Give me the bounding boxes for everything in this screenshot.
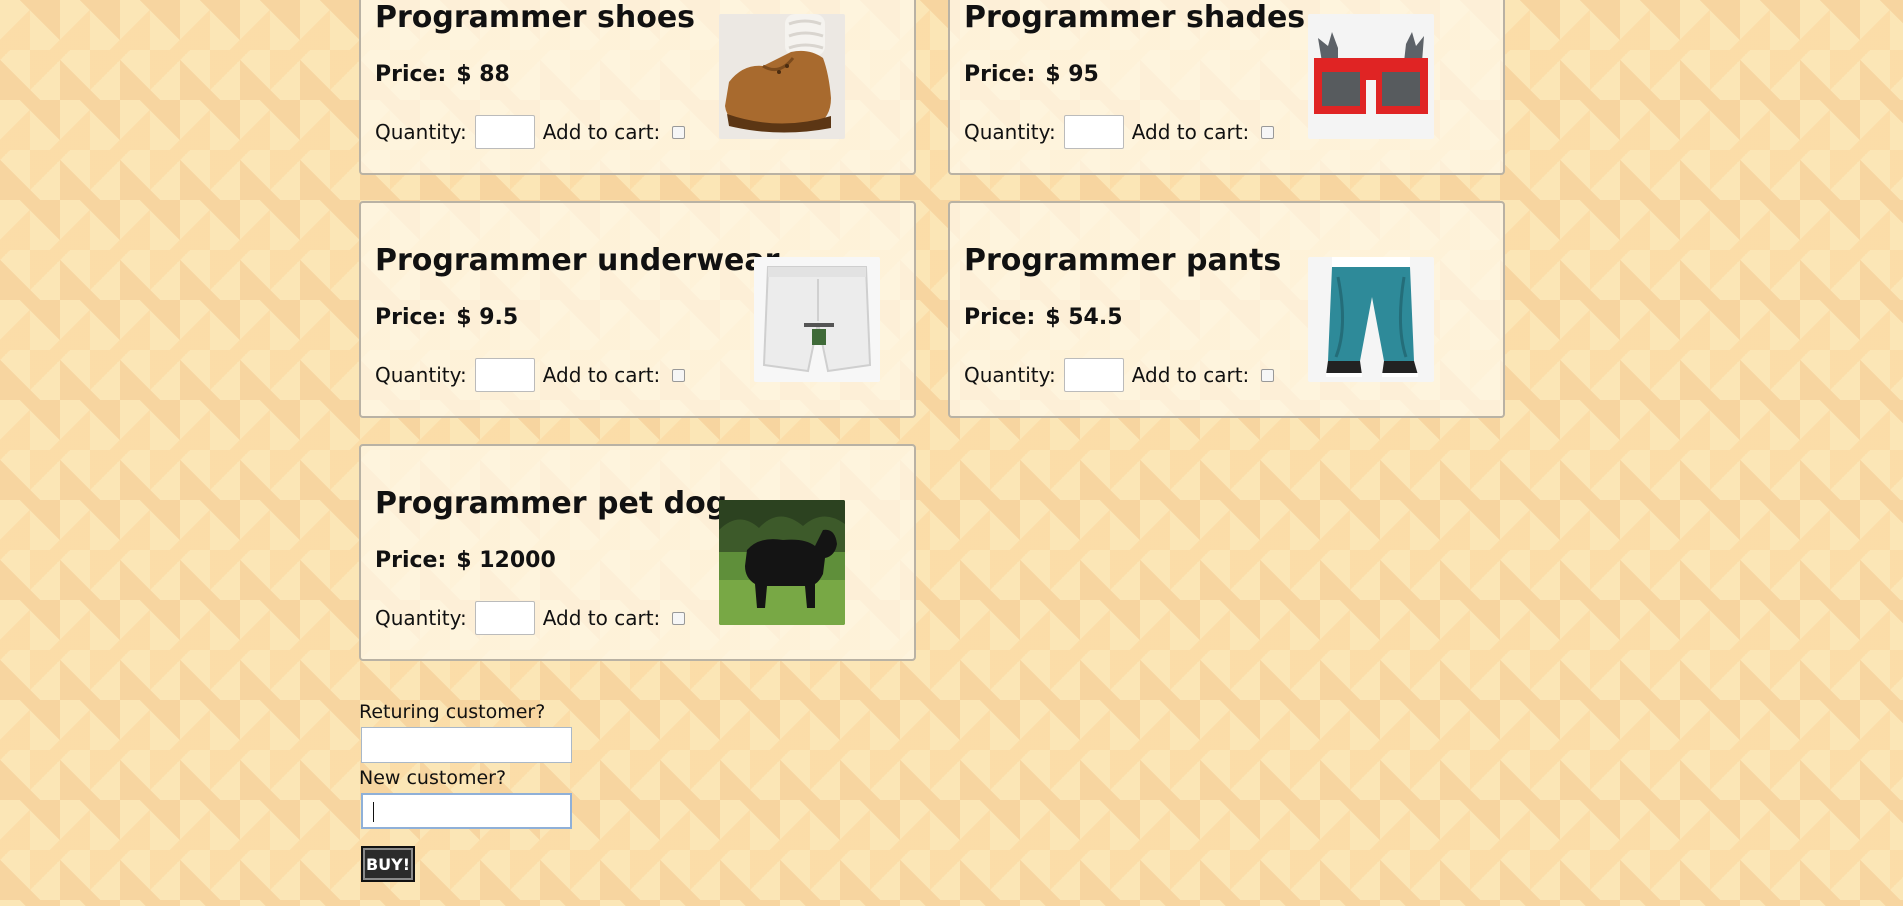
product-card-pet-dog: Programmer pet dog Price: $ 12000 Quantit…: [359, 444, 916, 661]
quantity-label: Quantity:: [375, 120, 467, 144]
quantity-label: Quantity:: [375, 606, 467, 630]
price-label: Price:: [375, 548, 447, 573]
returning-customer-input[interactable]: [361, 727, 572, 763]
quantity-input[interactable]: [474, 601, 535, 635]
underwear-image: [754, 257, 880, 382]
product-card-pants: Programmer pants Price: $ 54.5 Quantity: …: [948, 201, 1505, 418]
quantity-label: Quantity:: [375, 363, 467, 387]
add-to-cart-label: Add to cart:: [542, 606, 661, 630]
price-value: $ 12000: [456, 548, 556, 573]
shoes-image: [719, 14, 845, 139]
product-card-shades: Programmer shades Price: $ 95 Quantity: A…: [948, 0, 1505, 175]
quantity-input[interactable]: [1063, 358, 1124, 392]
text-caret: [373, 802, 374, 822]
price-value: $ 54.5: [1045, 305, 1123, 330]
product-price: Price: $ 54.5: [964, 305, 1123, 330]
product-title: Programmer shoes: [375, 0, 696, 35]
product-title: Programmer underwear: [375, 243, 780, 278]
product-controls: Quantity: Add to cart:: [964, 358, 1275, 392]
add-to-cart-checkbox[interactable]: [1261, 368, 1275, 382]
add-to-cart-checkbox[interactable]: [672, 368, 686, 382]
add-to-cart-checkbox[interactable]: [672, 611, 686, 625]
pants-image: [1308, 257, 1434, 382]
add-to-cart-label: Add to cart:: [542, 120, 661, 144]
product-price: Price: $ 12000: [375, 548, 556, 573]
shades-image: [1308, 14, 1434, 139]
product-title: Programmer shades: [964, 0, 1306, 35]
returning-customer-label: Returing customer?: [359, 701, 546, 723]
price-label: Price:: [964, 62, 1036, 87]
price-label: Price:: [375, 305, 447, 330]
new-customer-label: New customer?: [359, 767, 507, 789]
product-title: Programmer pet dog: [375, 486, 728, 521]
add-to-cart-checkbox[interactable]: [1261, 125, 1275, 139]
price-value: $ 9.5: [456, 305, 519, 330]
new-customer-input[interactable]: [361, 793, 572, 829]
price-label: Price:: [964, 305, 1036, 330]
product-controls: Quantity: Add to cart:: [375, 601, 686, 635]
quantity-input[interactable]: [474, 358, 535, 392]
price-label: Price:: [375, 62, 447, 87]
product-price: Price: $ 9.5: [375, 305, 518, 330]
product-title: Programmer pants: [964, 243, 1282, 278]
add-to-cart-label: Add to cart:: [1131, 120, 1250, 144]
quantity-input[interactable]: [474, 115, 535, 149]
add-to-cart-checkbox[interactable]: [672, 125, 686, 139]
product-controls: Quantity: Add to cart:: [375, 115, 686, 149]
buy-button[interactable]: BUY!: [361, 846, 415, 882]
product-price: Price: $ 95: [964, 62, 1099, 87]
add-to-cart-label: Add to cart:: [542, 363, 661, 387]
dog-image: [719, 500, 845, 625]
add-to-cart-label: Add to cart:: [1131, 363, 1250, 387]
quantity-label: Quantity:: [964, 120, 1056, 144]
price-value: $ 88: [456, 62, 510, 87]
product-controls: Quantity: Add to cart:: [375, 358, 686, 392]
product-controls: Quantity: Add to cart:: [964, 115, 1275, 149]
product-card-shoes: Programmer shoes Price: $ 88 Quantity: Ad…: [359, 0, 916, 175]
quantity-input[interactable]: [1063, 115, 1124, 149]
product-card-underwear: Programmer underwear Price: $ 9.5 Quantit…: [359, 201, 916, 418]
price-value: $ 95: [1045, 62, 1099, 87]
product-price: Price: $ 88: [375, 62, 510, 87]
shop-page: Programmer shoes Price: $ 88 Quantity: Ad…: [0, 0, 1903, 906]
quantity-label: Quantity:: [964, 363, 1056, 387]
